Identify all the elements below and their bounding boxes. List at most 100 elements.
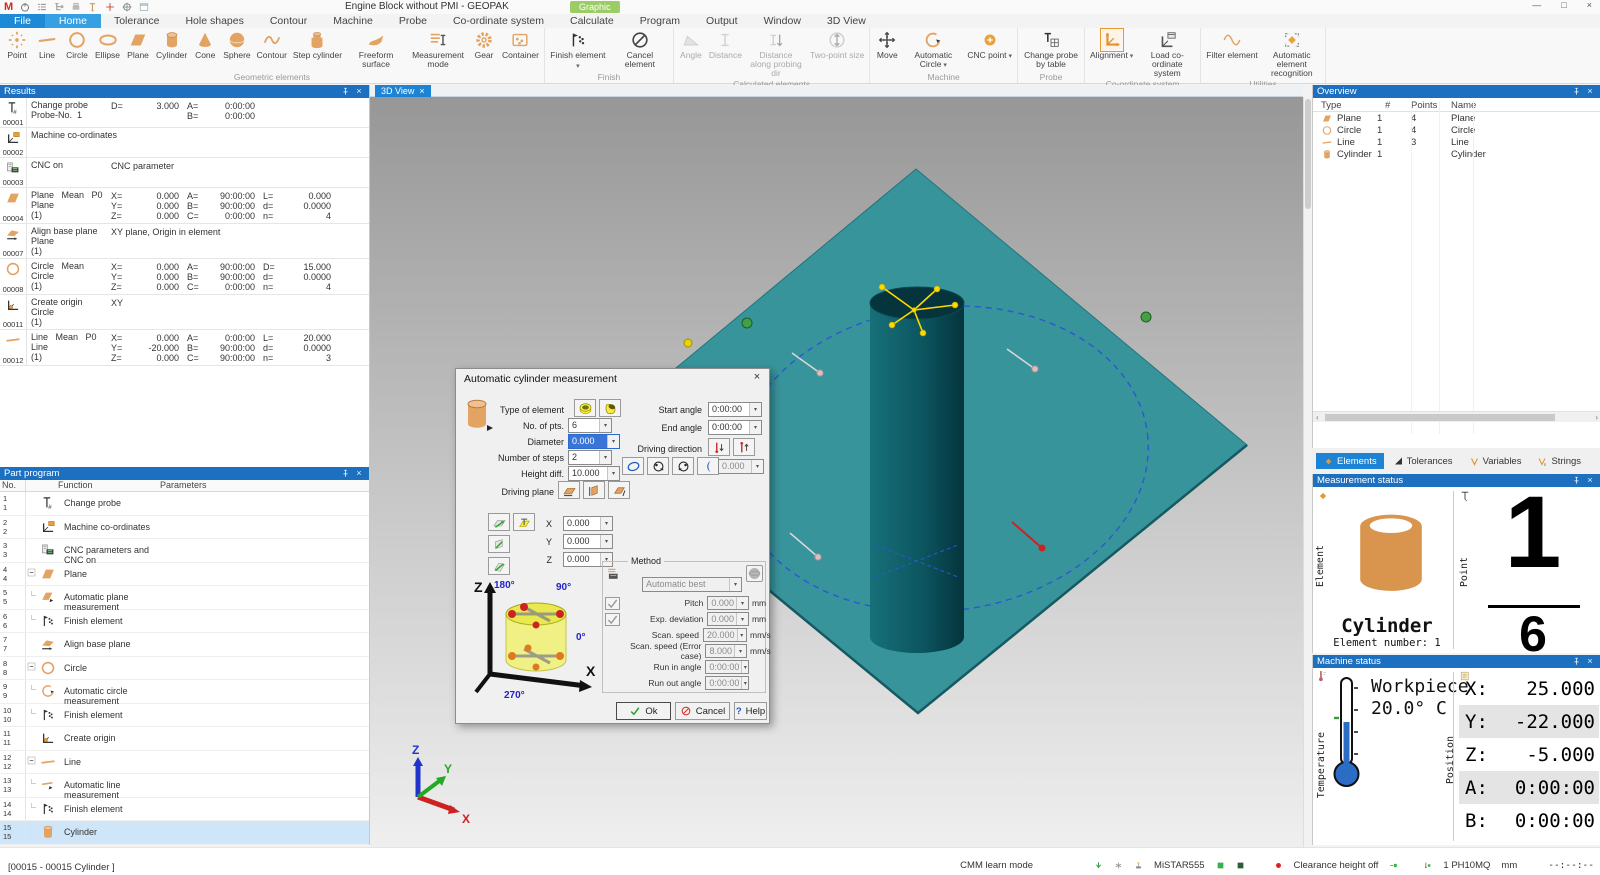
check-icon[interactable]	[605, 613, 620, 626]
ribbon-item[interactable]: Measurement mode	[407, 29, 469, 69]
tree-toggle-icon[interactable]	[26, 727, 40, 750]
tree-toggle-icon[interactable]	[26, 563, 40, 586]
results-row[interactable]: 00002 Machine co-ordinates	[0, 128, 369, 158]
results-row[interactable]: 00007 Align base planePlane(1) XY plane,…	[0, 224, 369, 259]
type-of-element-button[interactable]	[574, 399, 596, 417]
menu-tab[interactable]: Contour	[257, 14, 320, 28]
tab-close-icon[interactable]: ×	[419, 85, 424, 97]
quick-access-icon[interactable]	[19, 1, 31, 13]
tree-toggle-icon[interactable]	[26, 633, 40, 656]
quick-access-icon[interactable]	[70, 1, 82, 13]
results-row[interactable]: # 00001 Change probeProbe-No. 1	[0, 98, 369, 128]
part-program-row[interactable]: 1 1 # Change probe 1	[0, 492, 369, 516]
viewport-scrollbar[interactable]	[1303, 97, 1312, 847]
driving-direction-button[interactable]	[733, 438, 755, 456]
panel-tab[interactable]: s Strings	[1530, 453, 1588, 469]
scroll-right-icon[interactable]: ›	[1592, 413, 1600, 422]
pin-icon[interactable]	[341, 85, 353, 98]
statusbar-units[interactable]: mm	[1501, 860, 1517, 871]
menu-tab[interactable]: Co-ordinate system	[440, 14, 557, 28]
pin-icon[interactable]	[341, 467, 353, 480]
panel-tab[interactable]: Variables	[1462, 453, 1529, 469]
ribbon-item[interactable]: Cylinder	[153, 29, 190, 60]
ribbon-item[interactable]: Point	[2, 29, 32, 60]
driving-plane-button[interactable]	[558, 481, 580, 499]
ribbon-item[interactable]: Distance	[706, 29, 745, 60]
ribbon-item[interactable]: CNC point	[964, 29, 1015, 61]
ribbon-item[interactable]: Ellipse	[92, 29, 123, 60]
position-mode-button[interactable]	[488, 513, 510, 531]
tree-toggle-icon[interactable]	[26, 539, 40, 562]
menu-tab[interactable]: Probe	[386, 14, 440, 28]
pin-icon[interactable]	[1572, 655, 1584, 668]
position-mode-button[interactable]	[488, 557, 510, 575]
x-combo[interactable]: 0.000▾	[563, 516, 613, 531]
results-row[interactable]: 00011 Create originCircle(1) XY	[0, 295, 369, 330]
close-icon[interactable]: ×	[1584, 655, 1596, 668]
menu-tab[interactable]: Tolerance	[101, 14, 173, 28]
graphic-button[interactable]: Graphic	[570, 1, 620, 13]
part-program-row[interactable]: 6 6 Finish element	[0, 610, 369, 634]
position-mode-button[interactable]	[488, 535, 510, 553]
probing-mode-button[interactable]	[672, 457, 694, 475]
ribbon-item[interactable]: Automatic Circle	[902, 29, 964, 70]
height-diff-combo[interactable]: 10.000▾	[568, 466, 620, 481]
part-program-row[interactable]: 2 2 Machine co-ordinates	[0, 516, 369, 540]
close-icon[interactable]: ×	[353, 467, 365, 480]
minimize-button[interactable]: —	[1532, 0, 1541, 10]
quick-access-icon[interactable]	[121, 1, 133, 13]
ribbon-item[interactable]: Sphere	[220, 29, 253, 60]
menu-tab[interactable]: Machine	[320, 14, 386, 28]
overview-row[interactable]: Line 1 3 Line	[1313, 136, 1600, 148]
quick-access-icon[interactable]	[53, 1, 65, 13]
check-icon[interactable]	[605, 597, 620, 610]
part-program-row[interactable]: 13 13 Automatic line measurement No.of P…	[0, 774, 369, 798]
tree-toggle-icon[interactable]	[26, 680, 40, 703]
driving-direction-button[interactable]	[708, 438, 730, 456]
part-program-row[interactable]: 4 4 Plane Plane (1) Mean	[0, 563, 369, 587]
close-icon[interactable]: ×	[353, 85, 365, 98]
menu-tab[interactable]: Output	[693, 14, 751, 28]
ribbon-item[interactable]: Distance along probing dir	[745, 29, 807, 78]
part-program-row[interactable]: 7 7 Align base plane Plane (1) XY plane,…	[0, 633, 369, 657]
part-program-row[interactable]: 5 5 Automatic plane measurement No.of Pt…	[0, 586, 369, 610]
probing-mode-button[interactable]	[697, 457, 719, 475]
tree-toggle-icon[interactable]	[26, 492, 40, 515]
ribbon-item[interactable]: Plane	[123, 29, 153, 60]
ribbon-item[interactable]: Cancel element	[609, 29, 671, 69]
ribbon-item[interactable]: Container	[499, 29, 542, 60]
ribbon-item[interactable]: Step cylinder	[290, 29, 345, 60]
close-button[interactable]: ×	[1587, 0, 1592, 10]
ribbon-item[interactable]: Gear	[469, 29, 499, 60]
quick-access-icon[interactable]	[36, 1, 48, 13]
ribbon-item[interactable]: Freeform surface	[345, 29, 407, 69]
tree-toggle-icon[interactable]	[26, 751, 40, 774]
part-program-row[interactable]: 9 9 Automatic circle measurement No.of P…	[0, 680, 369, 704]
dialog-close-icon[interactable]: ×	[749, 371, 765, 387]
overview-row[interactable]: Cylinder 1 Cylinder	[1313, 148, 1600, 160]
tree-toggle-icon[interactable]	[26, 516, 40, 539]
menu-tab[interactable]: Hole shapes	[172, 14, 256, 28]
quick-access-icon[interactable]	[104, 1, 116, 13]
results-row[interactable]: 00008 Circle MeanCircle(1)	[0, 259, 369, 295]
close-icon[interactable]: ×	[1584, 85, 1596, 98]
pin-icon[interactable]	[1572, 85, 1584, 98]
overview-row[interactable]: Circle 1 4 Circle	[1313, 124, 1600, 136]
driving-plane-button[interactable]	[583, 481, 605, 499]
ribbon-item[interactable]: Line	[32, 29, 62, 60]
scrollbar-thumb[interactable]	[1305, 99, 1311, 209]
tab-3d-view[interactable]: 3D View ×	[375, 85, 431, 97]
menu-tab[interactable]: Calculate	[557, 14, 627, 28]
start-angle-combo[interactable]: 0:00:00▾	[708, 402, 762, 417]
ribbon-item[interactable]: Change probe by table	[1020, 29, 1082, 69]
tree-toggle-icon[interactable]	[26, 798, 40, 821]
ribbon-item[interactable]: Move	[872, 29, 902, 60]
part-program-row[interactable]: 8 8 Circle Circle (1) Mean	[0, 657, 369, 681]
menu-tab[interactable]: Program	[627, 14, 693, 28]
part-program-row[interactable]: 11 11 Create origin Circle (1) XY	[0, 727, 369, 751]
menu-tab[interactable]: 3D View	[814, 14, 879, 28]
ribbon-item[interactable]: Automatic element recognition	[1261, 29, 1323, 78]
ribbon-item[interactable]: Angle	[676, 29, 706, 60]
panel-tab[interactable]: Elements	[1316, 453, 1384, 469]
part-program-row[interactable]: 12 12 Line Line (1) Mean	[0, 751, 369, 775]
